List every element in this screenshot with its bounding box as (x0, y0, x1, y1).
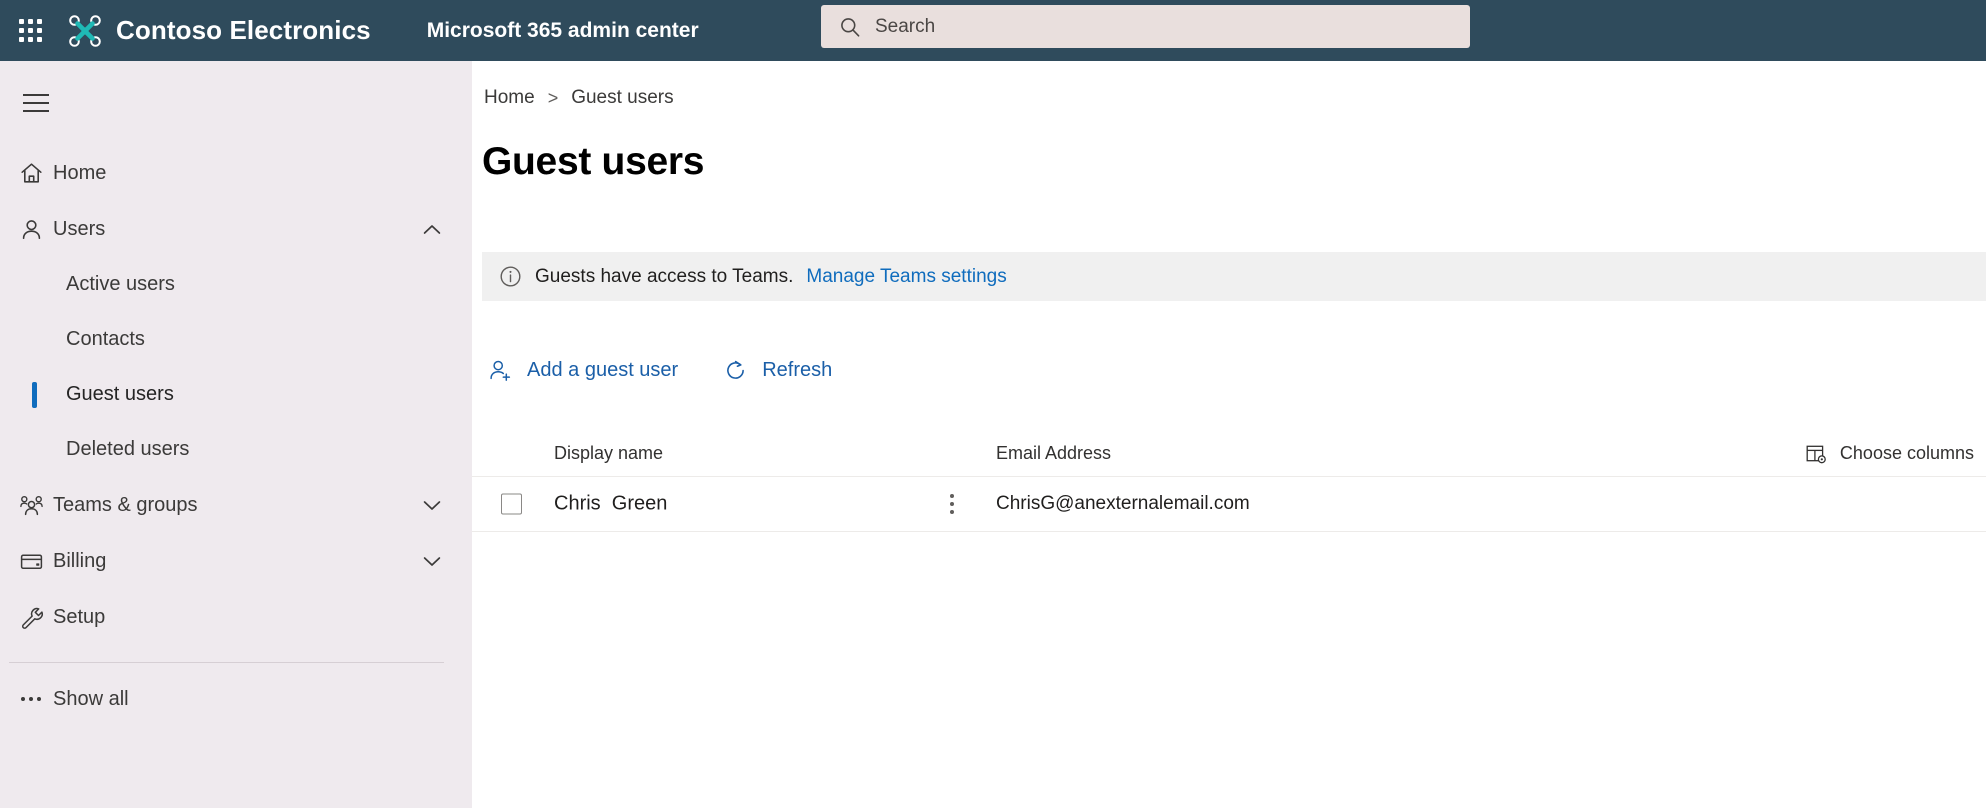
global-search-box[interactable] (821, 5, 1470, 48)
sidebar-item-label: Setup (53, 605, 106, 628)
hamburger-menu-icon (23, 94, 49, 96)
selected-indicator (32, 381, 37, 408)
info-message-bar: Guests have access to Teams. Manage Team… (482, 252, 1986, 301)
sidebar-item-setup[interactable]: Setup (0, 589, 472, 645)
sidebar-item-contacts[interactable]: Contacts (0, 312, 472, 367)
guest-users-table: Display name Email Address Choose column… (472, 431, 1986, 532)
sidebar-item-active-users[interactable]: Active users (0, 257, 472, 312)
command-bar: Add a guest user Refresh (482, 348, 1986, 392)
choose-columns-label: Choose columns (1839, 443, 1974, 463)
sidebar-item-label: Home (53, 161, 107, 184)
add-user-icon (490, 360, 511, 381)
sidebar-item-deleted-users[interactable]: Deleted users (0, 422, 472, 477)
chevron-down-icon[interactable] (420, 556, 444, 567)
sidebar-item-users[interactable]: Users (0, 201, 472, 257)
choose-columns-button[interactable]: Choose columns (1805, 443, 1974, 465)
row-more-actions-button[interactable] (942, 489, 962, 519)
cell-email-address: ChrisG@anexternalemail.com (996, 493, 1250, 514)
app-launcher-button[interactable] (0, 0, 61, 61)
nav-list: Home Users Active users Contacts Guest u… (0, 145, 472, 727)
sidebar-item-label: Show all (53, 687, 129, 710)
brand-name: Contoso Electronics (116, 15, 371, 45)
breadcrumb-current: Guest users (571, 87, 674, 108)
sidebar-item-label: Billing (53, 549, 107, 572)
sidebar-item-label: Teams & groups (53, 493, 198, 516)
cell-display-name: Chris Green (554, 492, 668, 515)
column-header-email-address[interactable]: Email Address (996, 443, 1111, 464)
page-title: Guest users (482, 140, 705, 183)
sidebar-item-label: Users (53, 217, 106, 240)
add-guest-user-button[interactable]: Add a guest user (482, 354, 684, 387)
app-header: Contoso Electronics Microsoft 365 admin … (0, 0, 1986, 61)
brand-home-link[interactable]: Contoso Electronics (68, 14, 371, 48)
info-message-text: Guests have access to Teams. (535, 265, 794, 287)
search-input[interactable] (875, 5, 1452, 48)
sidebar-item-label: Guest users (66, 383, 174, 405)
chevron-down-icon[interactable] (420, 500, 444, 511)
row-checkbox[interactable] (501, 493, 522, 515)
home-icon (9, 161, 53, 186)
sidebar-item-label: Deleted users (66, 438, 190, 460)
chevron-right-icon: > (547, 87, 559, 108)
table-row[interactable]: Chris Green ChrisG@anexternalemail.com (472, 476, 1986, 532)
ellipsis-icon (9, 697, 53, 701)
sidebar-item-guest-users[interactable]: Guest users (0, 367, 472, 422)
refresh-icon (727, 360, 745, 379)
table-header-row: Display name Email Address Choose column… (472, 431, 1986, 476)
choose-columns-icon (1806, 445, 1826, 463)
nav-collapse-button[interactable] (8, 75, 64, 131)
app-title[interactable]: Microsoft 365 admin center (427, 19, 699, 43)
sidebar-item-teams-groups[interactable]: Teams & groups (0, 477, 472, 533)
credit-card-icon (9, 549, 53, 574)
manage-teams-settings-link[interactable]: Manage Teams settings (806, 266, 1006, 288)
sidebar-item-show-all[interactable]: Show all (0, 671, 472, 727)
people-group-icon (9, 493, 53, 518)
refresh-button[interactable]: Refresh (717, 354, 838, 387)
main-content: Home > Guest users Guest users Guests ha… (472, 61, 1986, 808)
sidebar-item-label: Active users (66, 273, 175, 295)
sidebar-divider (9, 662, 444, 663)
command-label: Add a guest user (527, 358, 679, 381)
app-launcher-waffle-icon (19, 19, 42, 42)
search-icon (841, 17, 860, 37)
chevron-up-icon[interactable] (420, 224, 444, 235)
sidebar-item-home[interactable]: Home (0, 145, 472, 201)
user-icon (9, 217, 53, 242)
breadcrumb: Home > Guest users (484, 87, 1986, 109)
info-circle-icon (500, 266, 521, 287)
sidebar-item-label: Contacts (66, 328, 145, 350)
column-header-display-name[interactable]: Display name (554, 443, 663, 464)
left-navigation-sidebar: Home Users Active users Contacts Guest u… (0, 61, 472, 808)
command-label: Refresh (762, 358, 833, 381)
breadcrumb-home-link[interactable]: Home (484, 87, 535, 109)
wrench-icon (9, 605, 53, 630)
contoso-drone-logo-icon (69, 14, 101, 47)
sidebar-item-billing[interactable]: Billing (0, 533, 472, 589)
